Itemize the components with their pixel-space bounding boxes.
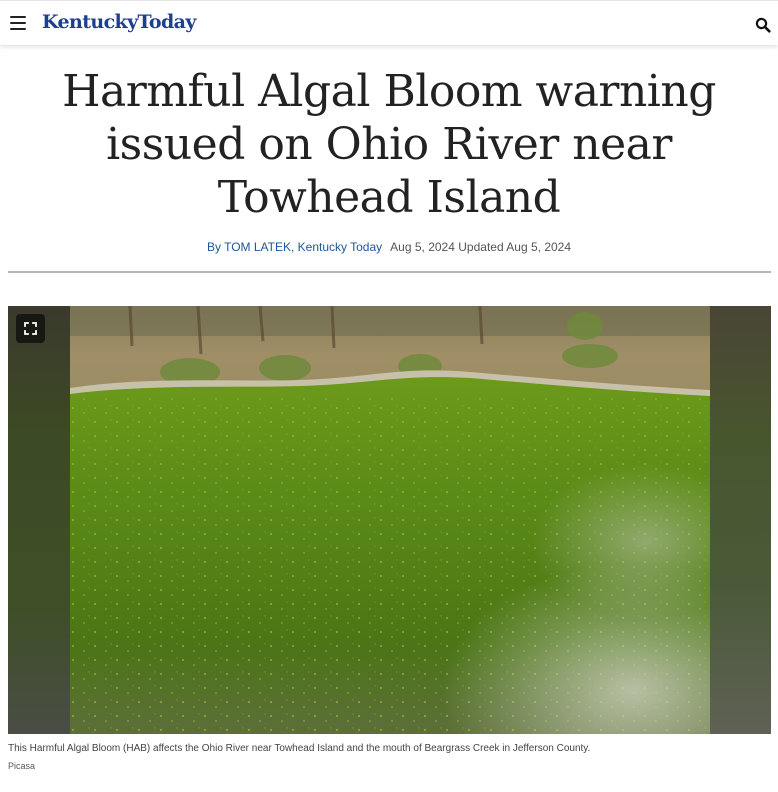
algal-bloom-photo — [70, 306, 710, 734]
photo-blur-left — [8, 306, 70, 734]
lead-photo[interactable] — [8, 306, 771, 734]
article-headline: Harmful Algal Bloom warning issued on Oh… — [62, 66, 716, 223]
fullscreen-expand-icon[interactable] — [16, 314, 45, 343]
article-byline: By TOM LATEK, Kentucky Today Aug 5, 2024 … — [0, 240, 778, 254]
header-divider — [8, 271, 771, 273]
updated-date: Updated Aug 5, 2024 — [458, 240, 572, 254]
photo-credit: Picasa — [8, 761, 36, 771]
photo-caption: This Harmful Algal Bloom (HAB) affects t… — [8, 743, 591, 754]
publish-date: Aug 5, 2024 — [390, 240, 455, 254]
hamburger-menu-icon[interactable] — [10, 16, 26, 30]
top-navigation-bar: KentuckyToday — [0, 0, 778, 45]
search-icon[interactable] — [755, 17, 771, 33]
photo-blur-right — [710, 306, 771, 734]
author-link[interactable]: By TOM LATEK, Kentucky Today — [207, 240, 382, 254]
site-logo[interactable]: KentuckyToday — [42, 11, 196, 33]
